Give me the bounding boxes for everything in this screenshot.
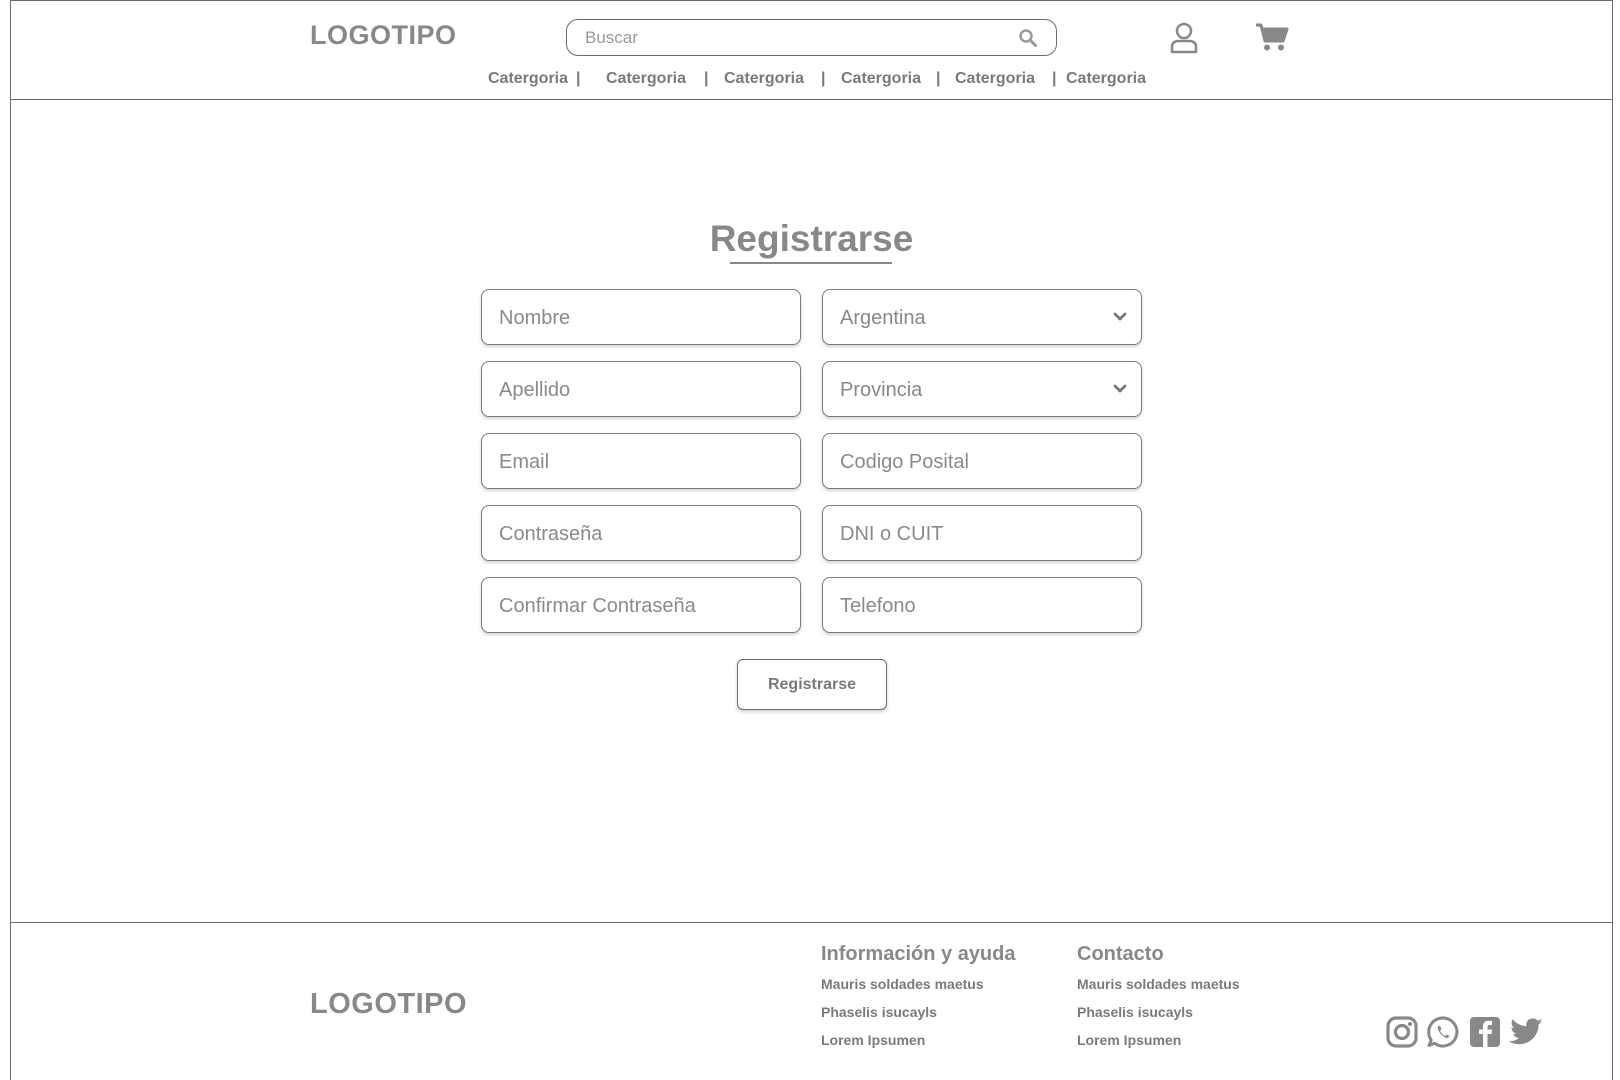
country-select-value: Argentina bbox=[840, 307, 926, 329]
title-underline bbox=[730, 262, 892, 264]
apellido-field[interactable] bbox=[481, 361, 801, 417]
footer-contact-link[interactable]: Phaselis isucayls bbox=[1077, 1004, 1240, 1020]
instagram-icon[interactable] bbox=[1385, 1015, 1419, 1049]
nav-item-category-1[interactable]: Catergoria bbox=[488, 70, 568, 88]
footer-info-link[interactable]: Mauris soldades maetus bbox=[821, 976, 1016, 992]
twitter-icon[interactable] bbox=[1507, 1015, 1545, 1049]
facebook-icon[interactable] bbox=[1468, 1015, 1502, 1049]
province-select-value: Provincia bbox=[840, 379, 923, 401]
search-bar[interactable] bbox=[566, 19, 1057, 56]
province-select[interactable]: Provincia bbox=[822, 361, 1142, 417]
user-icon[interactable] bbox=[1170, 22, 1198, 54]
page-title: Registrarse bbox=[709, 218, 914, 259]
footer-info-link[interactable]: Lorem Ipsumen bbox=[821, 1032, 1016, 1048]
page-frame bbox=[10, 0, 1613, 1080]
phone-field[interactable] bbox=[822, 577, 1142, 633]
postal-code-field[interactable] bbox=[822, 433, 1142, 489]
postal-code-input[interactable] bbox=[840, 448, 1120, 476]
footer-contact-link[interactable]: Lorem Ipsumen bbox=[1077, 1032, 1240, 1048]
nav-separator: | bbox=[704, 70, 709, 87]
nav-item-category-5[interactable]: Catergoria bbox=[955, 70, 1035, 88]
nav-item-category-6[interactable]: Catergoria bbox=[1066, 70, 1146, 88]
nav-separator: | bbox=[1052, 70, 1057, 87]
chevron-down-icon bbox=[1113, 384, 1127, 393]
footer-contact-title: Contacto bbox=[1077, 943, 1164, 965]
footer-logo[interactable]: LOGOTIPO bbox=[310, 988, 467, 1021]
category-nav: Catergoria | Catergoria | Catergoria | C… bbox=[10, 68, 1613, 92]
nav-item-category-3[interactable]: Catergoria bbox=[724, 70, 804, 88]
country-select[interactable]: Argentina bbox=[822, 289, 1142, 345]
nav-separator: | bbox=[576, 70, 581, 87]
footer-info-title: Información y ayuda bbox=[821, 943, 1016, 965]
footer-contact-column: Contacto Mauris soldades maetus Phaselis… bbox=[1077, 943, 1240, 1060]
footer-info-column: Información y ayuda Mauris soldades maet… bbox=[821, 943, 1016, 1060]
password-field[interactable] bbox=[481, 505, 801, 561]
confirm-password-input[interactable] bbox=[499, 592, 779, 620]
whatsapp-icon[interactable] bbox=[1426, 1015, 1460, 1049]
site-footer: LOGOTIPO Información y ayuda Mauris sold… bbox=[10, 922, 1613, 1080]
nav-separator: | bbox=[821, 70, 826, 87]
header-logo[interactable]: LOGOTIPO bbox=[310, 20, 457, 51]
password-input[interactable] bbox=[499, 520, 779, 548]
nav-separator: | bbox=[936, 70, 941, 87]
email-input[interactable] bbox=[499, 448, 779, 476]
phone-input[interactable] bbox=[840, 592, 1120, 620]
nav-item-category-4[interactable]: Catergoria bbox=[841, 70, 921, 88]
nav-item-category-2[interactable]: Catergoria bbox=[606, 70, 686, 88]
email-field[interactable] bbox=[481, 433, 801, 489]
footer-info-link[interactable]: Phaselis isucayls bbox=[821, 1004, 1016, 1020]
site-header: LOGOTIPO Catergoria | Catergoria | Cater… bbox=[10, 0, 1613, 100]
nombre-field[interactable] bbox=[481, 289, 801, 345]
footer-contact-link[interactable]: Mauris soldades maetus bbox=[1077, 976, 1240, 992]
search-input[interactable] bbox=[585, 26, 995, 50]
apellido-input[interactable] bbox=[499, 376, 779, 404]
cart-icon[interactable] bbox=[1255, 22, 1289, 52]
register-button[interactable]: Registrarse bbox=[737, 659, 887, 710]
search-icon[interactable] bbox=[1018, 28, 1038, 48]
dni-input[interactable] bbox=[840, 520, 1120, 548]
dni-field[interactable] bbox=[822, 505, 1142, 561]
chevron-down-icon bbox=[1113, 312, 1127, 321]
nombre-input[interactable] bbox=[499, 304, 779, 332]
confirm-password-field[interactable] bbox=[481, 577, 801, 633]
